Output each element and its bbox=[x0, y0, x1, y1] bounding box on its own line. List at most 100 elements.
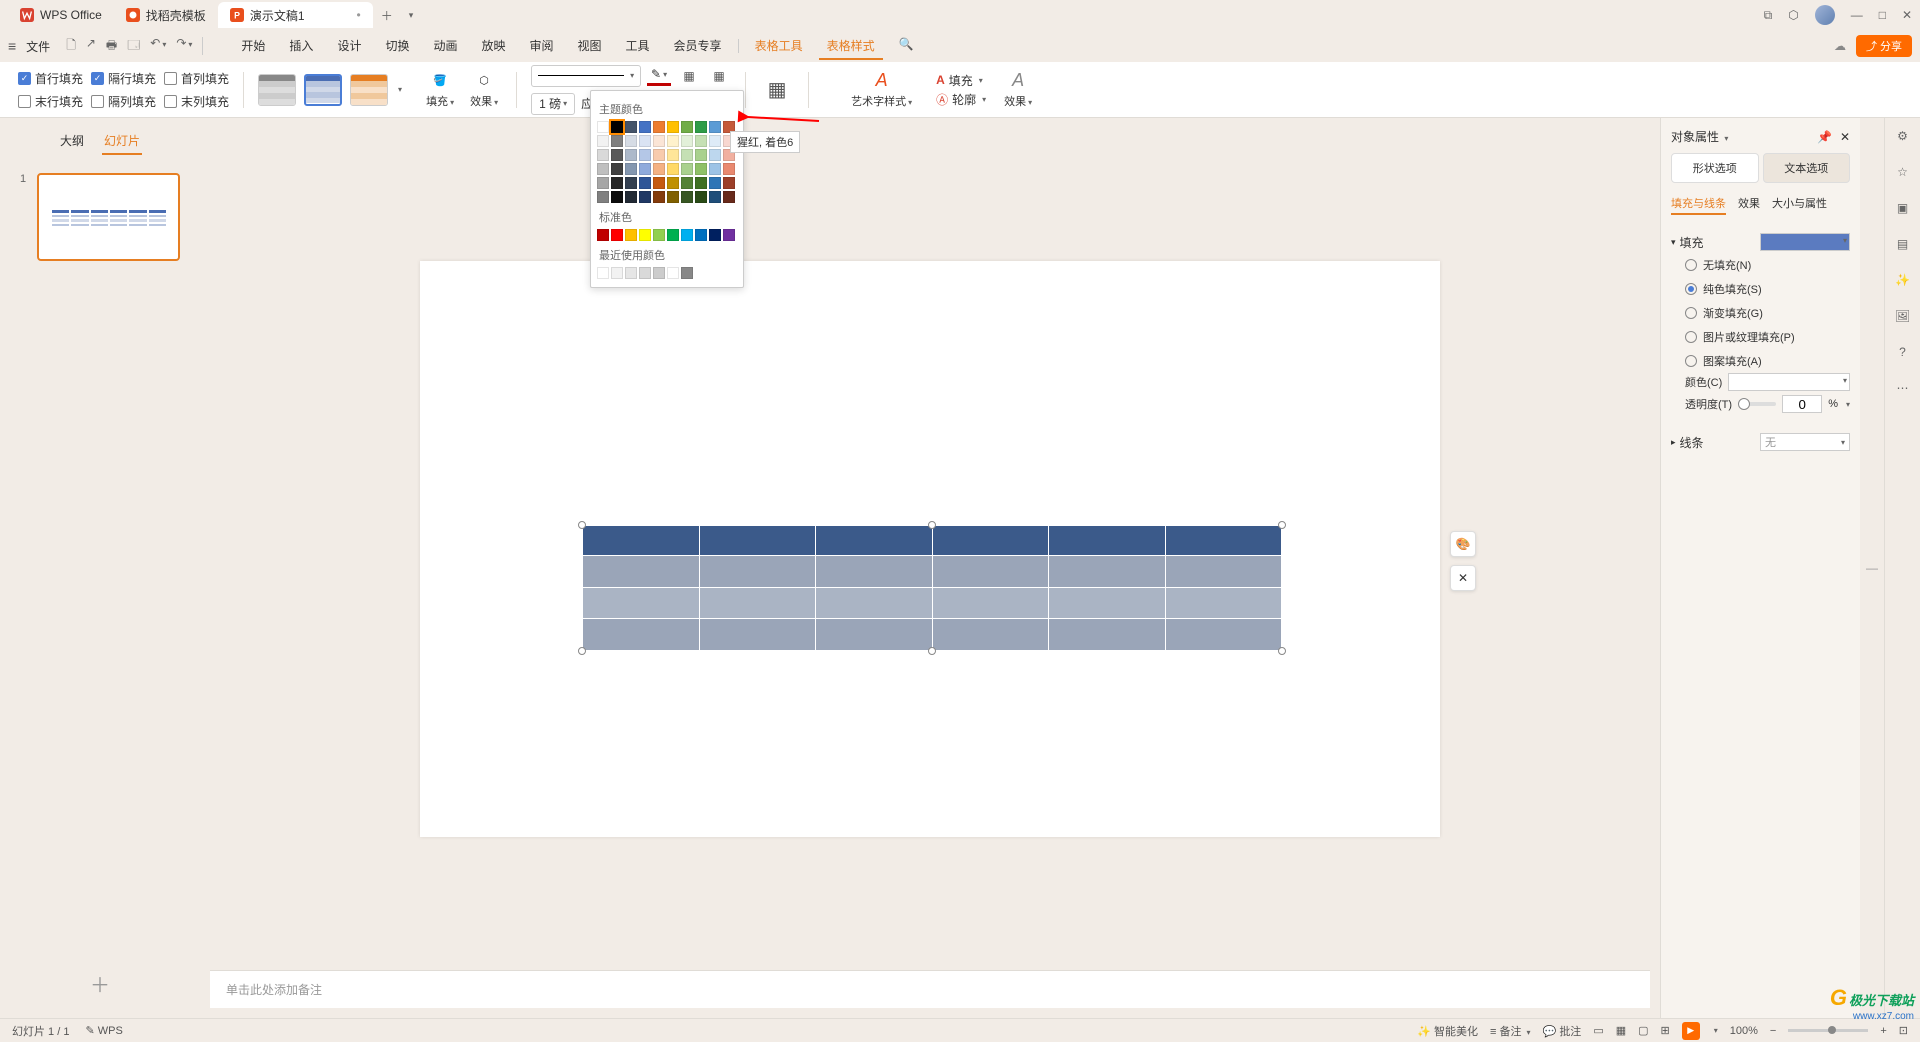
text-fill-button[interactable]: A填充▾ bbox=[936, 72, 983, 89]
color-swatch[interactable] bbox=[681, 121, 693, 133]
shape-options-tab[interactable]: 形状选项 bbox=[1671, 153, 1759, 183]
export-icon[interactable]: ↗ bbox=[86, 36, 96, 57]
help-strip-icon[interactable]: ? bbox=[1893, 342, 1913, 362]
color-swatch[interactable] bbox=[597, 121, 609, 133]
chk-banded-row[interactable]: ✓隔行填充 bbox=[91, 70, 156, 87]
image-strip-icon[interactable]: 🖼 bbox=[1893, 306, 1913, 326]
document-tab[interactable]: P 演示文稿1 • bbox=[218, 2, 373, 28]
maximize-icon[interactable]: □ bbox=[1879, 8, 1886, 22]
color-swatch[interactable] bbox=[695, 121, 707, 133]
template-strip-icon[interactable]: ▤ bbox=[1893, 234, 1913, 254]
workspace-icon[interactable]: ⧉ bbox=[1764, 8, 1773, 23]
avatar[interactable] bbox=[1815, 5, 1835, 25]
chk-banded-col[interactable]: 隔列填充 bbox=[91, 93, 156, 110]
new-tab-button[interactable]: ＋ bbox=[373, 7, 401, 24]
style-more-icon[interactable]: ▾ bbox=[398, 85, 402, 94]
panel-collapse-icon[interactable]: — bbox=[1860, 118, 1884, 1018]
tab-animation[interactable]: 动画 bbox=[425, 33, 465, 60]
effect-button[interactable]: ⬡效果▾ bbox=[466, 69, 502, 111]
color-swatch[interactable] bbox=[625, 121, 637, 133]
radio-solid-fill[interactable]: 纯色填充(S) bbox=[1685, 281, 1850, 297]
subtab-effect[interactable]: 效果 bbox=[1738, 195, 1760, 215]
quick-layout-icon[interactable]: ✕ bbox=[1450, 565, 1476, 591]
radio-no-fill[interactable]: 无填充(N) bbox=[1685, 257, 1850, 273]
slide-canvas[interactable]: 🎨 ✕ bbox=[420, 261, 1440, 837]
tab-menu-button[interactable]: ▾ bbox=[401, 10, 422, 21]
tab-insert[interactable]: 插入 bbox=[281, 33, 321, 60]
transparency-input[interactable] bbox=[1782, 395, 1822, 413]
add-slide-button[interactable]: ＋ bbox=[0, 949, 200, 1018]
tab-review[interactable]: 审阅 bbox=[522, 33, 562, 60]
slide-thumbnail[interactable] bbox=[37, 173, 180, 261]
color-swatch[interactable] bbox=[611, 121, 623, 133]
zoom-in-icon[interactable]: + bbox=[1880, 1025, 1886, 1037]
radio-pattern-fill[interactable]: 图案填充(A) bbox=[1685, 353, 1850, 369]
subtab-size[interactable]: 大小与属性 bbox=[1772, 195, 1827, 215]
zoom-slider[interactable] bbox=[1788, 1029, 1868, 1032]
transparency-slider[interactable] bbox=[1738, 402, 1776, 406]
line-weight-select[interactable]: 1 磅▾ bbox=[531, 93, 575, 115]
magic-strip-icon[interactable]: ✨ bbox=[1893, 270, 1913, 290]
pen-color-button[interactable]: ✎▾ bbox=[647, 66, 671, 86]
comments-toggle[interactable]: 💬 批注 bbox=[1543, 1023, 1582, 1039]
print-icon[interactable]: 🖶 bbox=[106, 36, 117, 57]
notes-placeholder[interactable]: 单击此处添加备注 bbox=[210, 970, 1650, 1008]
layers-strip-icon[interactable]: ▣ bbox=[1893, 198, 1913, 218]
color-select[interactable]: ▾ bbox=[1728, 373, 1850, 391]
close-icon[interactable]: ✕ bbox=[1902, 8, 1912, 22]
hamburger-icon[interactable]: ≡ bbox=[8, 38, 16, 54]
star-strip-icon[interactable]: ☆ bbox=[1893, 162, 1913, 182]
text-outline-button[interactable]: Ⓐ轮廓▾ bbox=[936, 91, 986, 108]
line-type-select[interactable]: 无▾ bbox=[1760, 433, 1850, 451]
tab-transition[interactable]: 切换 bbox=[377, 33, 417, 60]
color-swatch[interactable] bbox=[667, 121, 679, 133]
fill-button[interactable]: 🪣填充▾ bbox=[422, 69, 458, 111]
undo-icon[interactable]: ↶▾ bbox=[150, 36, 166, 57]
more-strip-icon[interactable]: ⋯ bbox=[1893, 378, 1913, 398]
tab-tools[interactable]: 工具 bbox=[618, 33, 658, 60]
search-icon[interactable]: 🔍 bbox=[891, 33, 922, 60]
color-swatch[interactable] bbox=[639, 121, 651, 133]
slides-tab[interactable]: 幻灯片 bbox=[102, 128, 142, 155]
subtab-fill[interactable]: 填充与线条 bbox=[1671, 195, 1726, 215]
chk-total-row[interactable]: 末行填充 bbox=[18, 93, 83, 110]
fit-icon[interactable]: ⊡ bbox=[1899, 1024, 1908, 1037]
radio-picture-fill[interactable]: 图片或纹理填充(P) bbox=[1685, 329, 1850, 345]
share-button[interactable]: ⤴ 分享 bbox=[1856, 35, 1912, 57]
save-icon[interactable]: 🗋 bbox=[66, 36, 76, 57]
fill-section-header[interactable]: 填充▾ bbox=[1671, 233, 1850, 251]
tab-table-style[interactable]: 表格样式 bbox=[819, 33, 883, 60]
wps-indicator[interactable]: ✎ WPS bbox=[85, 1024, 122, 1037]
radio-gradient-fill[interactable]: 渐变填充(G) bbox=[1685, 305, 1850, 321]
ai-beautify[interactable]: ✨ 智能美化 bbox=[1417, 1023, 1478, 1039]
template-tab[interactable]: 找稻壳模板 bbox=[114, 2, 218, 28]
app-tab[interactable]: WPS Office bbox=[8, 2, 114, 28]
view-sorter-icon[interactable]: ▦ bbox=[1616, 1024, 1626, 1037]
slideshow-button[interactable]: ▶ bbox=[1682, 1022, 1700, 1040]
text-options-tab[interactable]: 文本选项 bbox=[1763, 153, 1851, 183]
chk-last-col[interactable]: 末列填充 bbox=[164, 93, 229, 110]
redo-icon[interactable]: ↷▾ bbox=[176, 36, 192, 57]
preview-icon[interactable]: 🗔 bbox=[127, 36, 140, 57]
cloud-icon[interactable]: ☁ bbox=[1834, 39, 1846, 53]
table-style-3[interactable] bbox=[350, 74, 388, 106]
tab-table-tools[interactable]: 表格工具 bbox=[747, 33, 811, 60]
wordart-button[interactable]: A艺术字样式▾ bbox=[847, 69, 916, 111]
draw-table-icon[interactable]: ▦ bbox=[677, 64, 701, 88]
tab-home[interactable]: 开始 bbox=[233, 33, 273, 60]
zoom-out-icon[interactable]: − bbox=[1770, 1025, 1776, 1037]
quick-style-icon[interactable]: 🎨 bbox=[1450, 531, 1476, 557]
color-swatch[interactable] bbox=[653, 121, 665, 133]
tab-design[interactable]: 设计 bbox=[329, 33, 369, 60]
view-normal-icon[interactable]: ▭ bbox=[1593, 1024, 1603, 1037]
panel-close-icon[interactable]: ✕ bbox=[1840, 130, 1850, 144]
color-swatch[interactable] bbox=[709, 121, 721, 133]
line-style-select[interactable]: ▾ bbox=[531, 65, 641, 87]
chk-first-col[interactable]: 首列填充 bbox=[164, 70, 229, 87]
view-grid-icon[interactable]: ⊞ bbox=[1661, 1024, 1670, 1037]
view-reading-icon[interactable]: ▢ bbox=[1638, 1024, 1648, 1037]
table-object[interactable] bbox=[582, 525, 1282, 651]
file-menu[interactable]: 文件 bbox=[20, 38, 56, 55]
minimize-icon[interactable]: — bbox=[1851, 8, 1863, 22]
settings-strip-icon[interactable]: ⚙ bbox=[1893, 126, 1913, 146]
